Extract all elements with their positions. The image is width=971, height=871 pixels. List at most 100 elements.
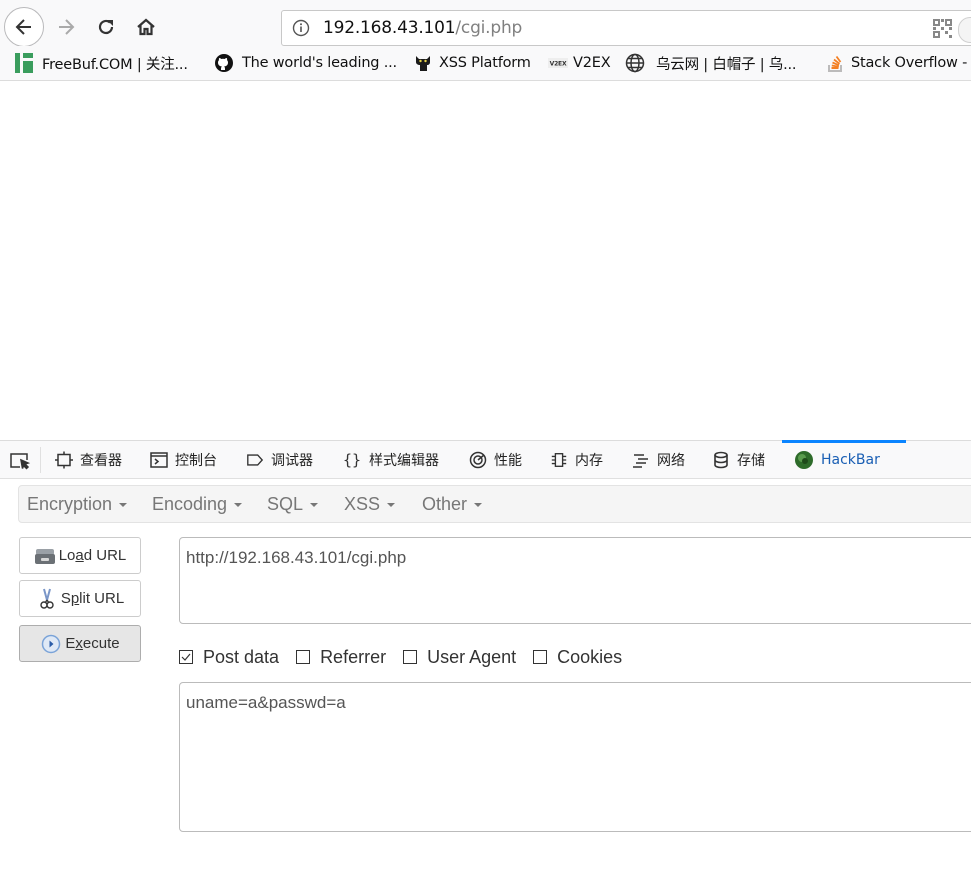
url-host: 192.168.43.101 xyxy=(323,18,456,38)
element-picker-icon[interactable] xyxy=(9,451,31,471)
tab-inspector[interactable]: 查看器 xyxy=(55,441,122,478)
url-path: /cgi.php xyxy=(455,18,523,38)
checkbox-box[interactable] xyxy=(296,650,311,664)
globe-icon xyxy=(625,53,645,73)
caret-down-icon xyxy=(119,503,128,507)
network-icon xyxy=(632,451,650,469)
toolbar-separator xyxy=(40,447,41,473)
reader-toggle[interactable] xyxy=(958,17,971,43)
bookmarks-bar: FreeBuf.COM | 关注... The world's leading … xyxy=(0,46,971,81)
checkbox-label: Referrer xyxy=(320,646,387,667)
tab-label: 网络 xyxy=(657,452,685,469)
tab-label: HackBar xyxy=(821,451,880,468)
checkbox-box[interactable] xyxy=(403,650,418,664)
bookmark-xss-platform[interactable]: XSS Platform xyxy=(414,46,531,80)
reload-button[interactable] xyxy=(92,12,120,42)
bookmark-freebuf[interactable]: FreeBuf.COM | 关注... xyxy=(15,46,188,80)
tab-label: 性能 xyxy=(494,452,522,469)
play-icon xyxy=(40,634,62,654)
caret-down-icon xyxy=(310,503,319,507)
url-text[interactable]: 192.168.43.101/cgi.php xyxy=(323,18,522,38)
tab-console[interactable]: 控制台 xyxy=(150,441,217,478)
url-textarea[interactable]: http://192.168.43.101/cgi.php xyxy=(179,537,971,624)
bookmark-wooyun[interactable]: 乌云网 | 白帽子 | 乌... xyxy=(625,46,797,80)
scissors-icon xyxy=(36,588,58,609)
bookmark-label: FreeBuf.COM | 关注... xyxy=(42,56,188,73)
checkbox-box[interactable] xyxy=(179,650,193,664)
menu-label: XSS xyxy=(344,493,381,514)
tab-network[interactable]: 网络 xyxy=(632,441,685,478)
navigation-bar: 192.168.43.101/cgi.php xyxy=(0,0,971,47)
hackbar-icon xyxy=(794,450,814,470)
caret-down-icon xyxy=(387,503,396,507)
menu-encoding[interactable]: Encoding xyxy=(152,486,243,522)
tab-hackbar[interactable]: HackBar xyxy=(782,440,906,478)
performance-icon xyxy=(469,451,487,469)
reload-icon xyxy=(98,19,114,35)
tab-label: 控制台 xyxy=(175,452,217,469)
stackoverflow-icon xyxy=(827,54,845,72)
inspector-icon xyxy=(55,451,73,469)
v2ex-icon: V2EX xyxy=(548,54,568,72)
load-url-label: Load URL xyxy=(58,547,127,564)
user-agent-checkbox[interactable]: User Agent xyxy=(403,647,516,668)
bookmark-github[interactable]: The world's leading ... xyxy=(215,46,397,80)
caret-down-icon xyxy=(234,503,243,507)
tab-memory[interactable]: 内存 xyxy=(550,441,603,478)
post-data-textarea[interactable]: uname=a&passwd=a xyxy=(179,682,971,832)
checkbox-label: Cookies xyxy=(557,646,623,667)
forward-button[interactable] xyxy=(52,12,80,42)
load-icon xyxy=(34,546,56,566)
forward-arrow-icon xyxy=(59,19,75,35)
tab-label: 调试器 xyxy=(271,452,313,469)
cookies-checkbox[interactable]: Cookies xyxy=(533,647,622,668)
storage-icon xyxy=(712,451,730,469)
qr-code-icon[interactable] xyxy=(933,19,952,38)
tab-label: 查看器 xyxy=(80,452,122,469)
home-button[interactable] xyxy=(132,12,160,42)
freebuf-logo-icon xyxy=(15,53,33,73)
cat-icon xyxy=(414,54,432,72)
load-url-button[interactable]: Load URL xyxy=(19,537,141,574)
back-arrow-icon xyxy=(15,19,31,35)
svg-text:V2EX: V2EX xyxy=(550,61,567,68)
bookmark-v2ex[interactable]: V2EX V2EX xyxy=(548,46,611,80)
tab-label: 存储 xyxy=(737,452,765,469)
tab-style-editor[interactable]: {} 样式编辑器 xyxy=(342,441,439,478)
menu-encryption[interactable]: Encryption xyxy=(27,486,128,522)
bookmark-stackoverflow[interactable]: Stack Overflow - xyxy=(827,46,967,80)
tab-label: 内存 xyxy=(575,452,603,469)
tab-label: 样式编辑器 xyxy=(369,452,439,469)
menu-label: SQL xyxy=(267,493,304,514)
checkbox-label: Post data xyxy=(203,646,280,667)
referrer-checkbox[interactable]: Referrer xyxy=(296,647,386,668)
menu-sql[interactable]: SQL xyxy=(267,486,319,522)
split-url-label: Split URL xyxy=(60,590,125,607)
github-icon xyxy=(215,54,233,72)
menu-xss[interactable]: XSS xyxy=(344,486,396,522)
console-icon xyxy=(150,451,168,469)
bookmark-label: V2EX xyxy=(573,55,611,71)
split-url-button[interactable]: Split URL xyxy=(19,580,141,617)
bookmark-label: 乌云网 | 白帽子 | 乌... xyxy=(656,56,797,73)
tab-storage[interactable]: 存储 xyxy=(712,441,765,478)
info-icon[interactable] xyxy=(292,19,310,37)
tab-debugger[interactable]: 调试器 xyxy=(246,441,313,478)
menu-label: Encoding xyxy=(152,493,228,514)
execute-button[interactable]: Execute xyxy=(19,625,141,662)
home-icon xyxy=(137,18,155,36)
braces-icon: {} xyxy=(342,450,362,469)
caret-down-icon xyxy=(474,503,483,507)
execute-label: Execute xyxy=(65,635,120,652)
post-data-checkbox[interactable]: Post data xyxy=(179,647,279,668)
back-button[interactable] xyxy=(4,7,44,47)
tab-performance[interactable]: 性能 xyxy=(469,441,522,478)
menu-label: Encryption xyxy=(27,493,113,514)
checkbox-box[interactable] xyxy=(533,650,548,664)
request-options: Post data Referrer User Agent Cookies xyxy=(179,645,639,669)
address-bar[interactable]: 192.168.43.101/cgi.php xyxy=(281,10,971,46)
devtools-tab-bar: 查看器 控制台 调试器 {} 样式编辑器 性能 内存 网络 存储 HackBar xyxy=(0,440,971,479)
hackbar-menu-bar: Encryption Encoding SQL XSS Other xyxy=(18,485,971,523)
bookmark-label: The world's leading ... xyxy=(242,55,397,71)
menu-other[interactable]: Other xyxy=(422,486,483,522)
